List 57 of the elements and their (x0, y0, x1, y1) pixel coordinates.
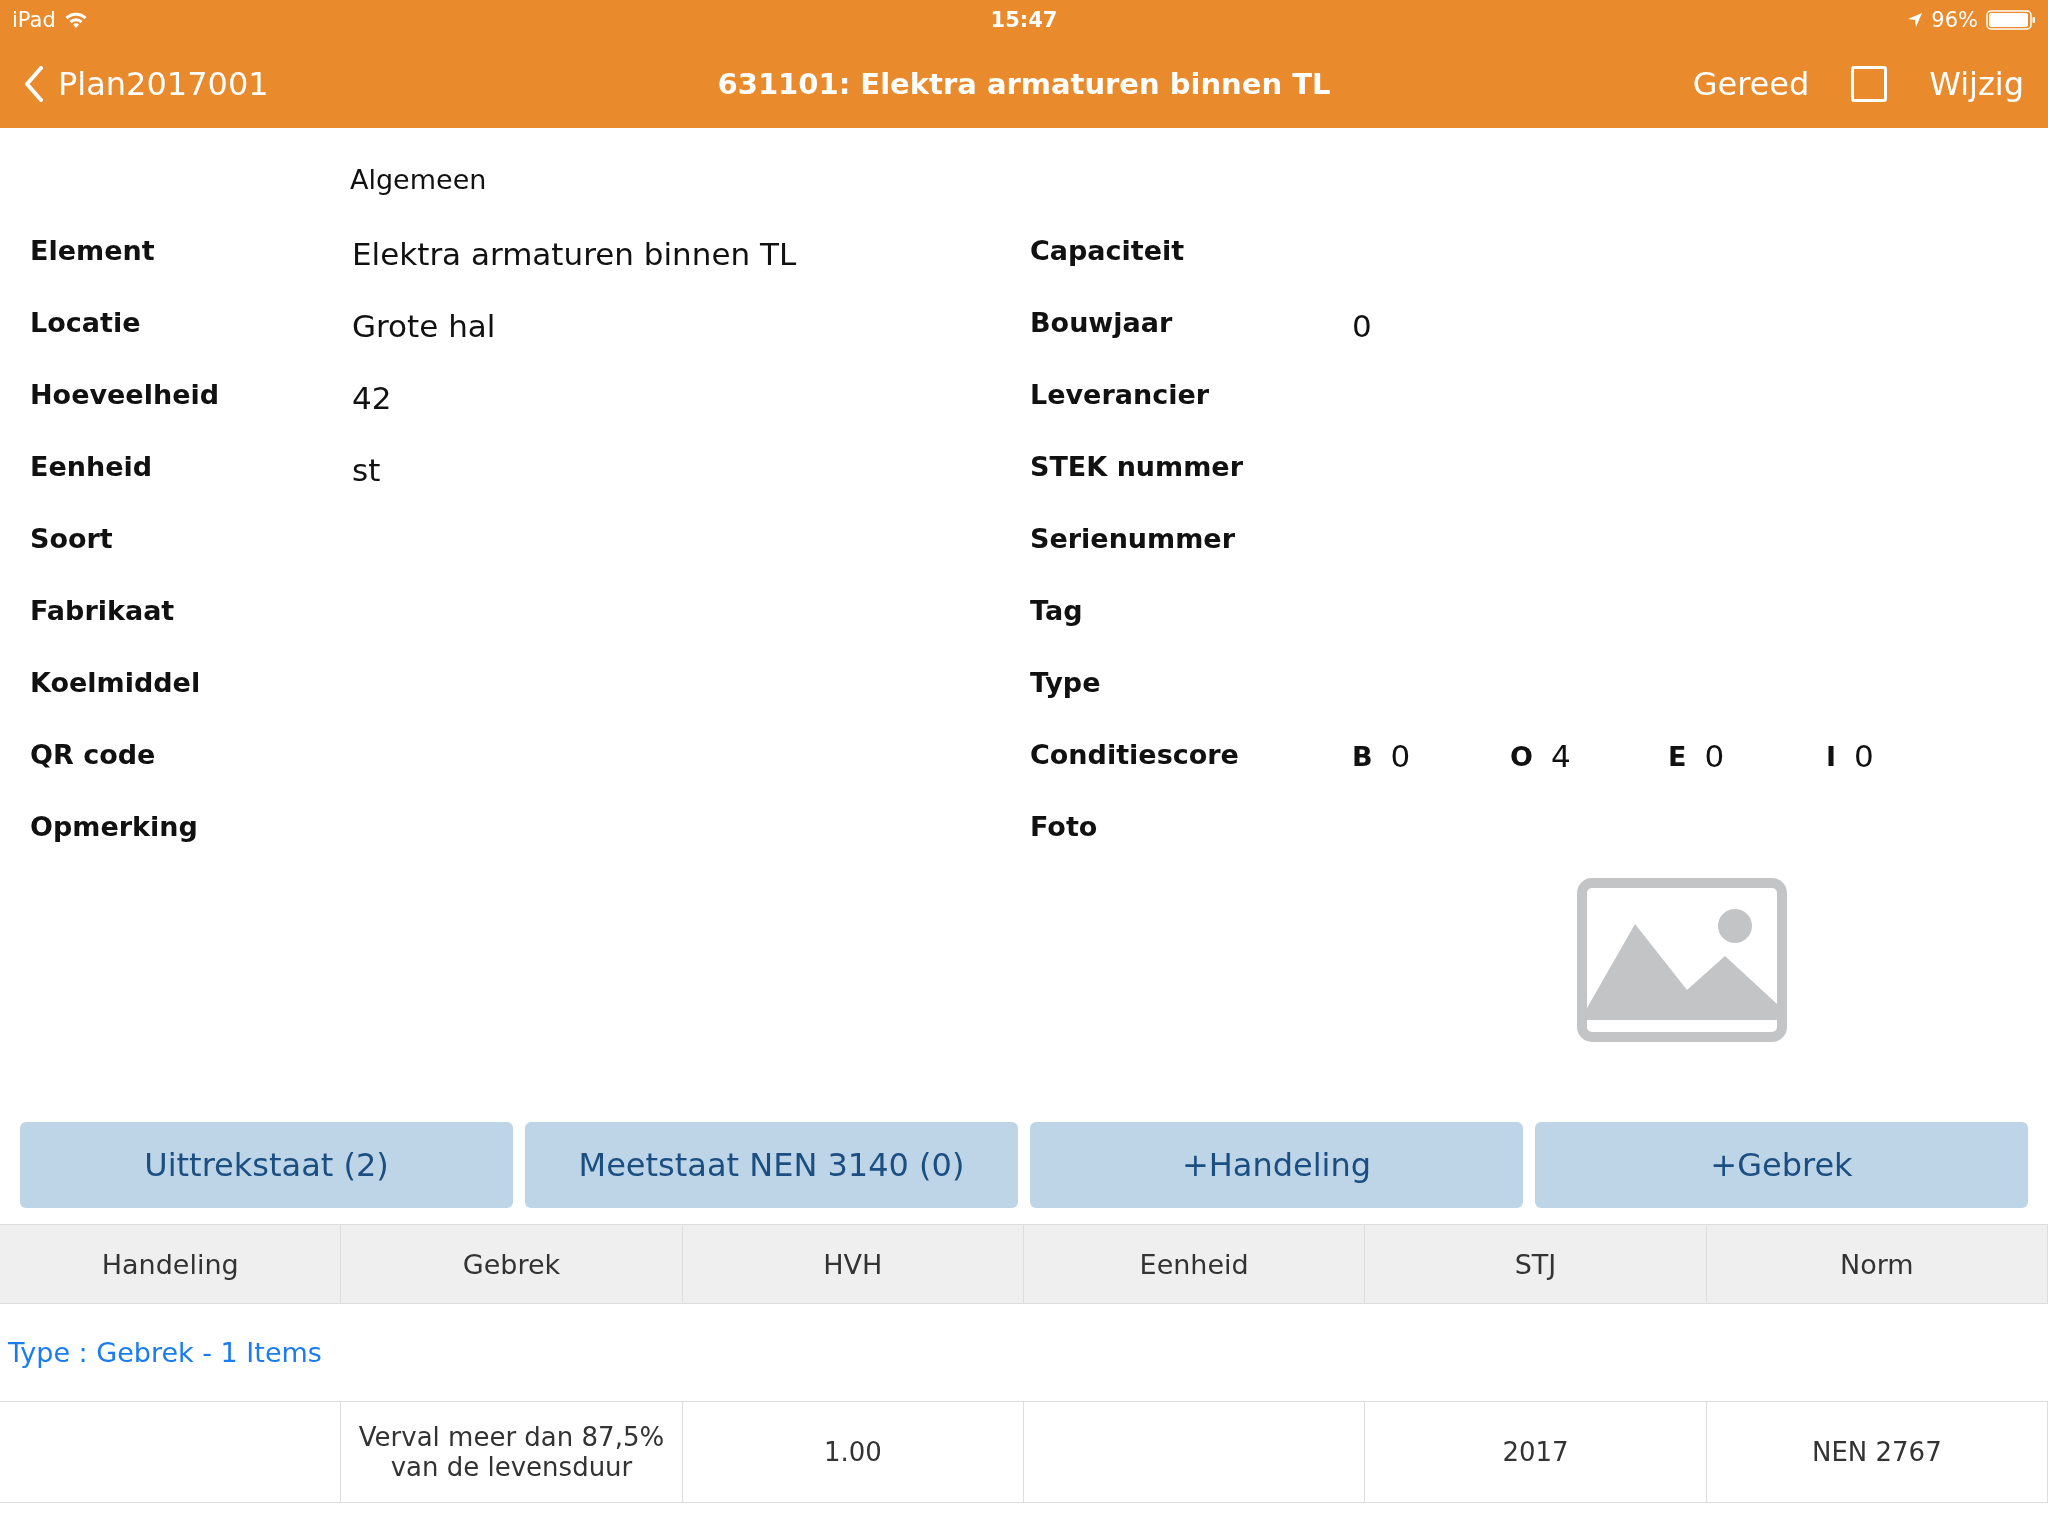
field-value: st (352, 451, 381, 488)
field-value: 42 (352, 379, 392, 416)
battery-percent: 96% (1931, 8, 1978, 32)
group-header[interactable]: Type : Gebrek - 1 Items (8, 1337, 322, 1368)
table-cell: 1.00 (823, 1437, 882, 1467)
column-header: Handeling (0, 1225, 342, 1303)
score-letter: O (1510, 740, 1533, 772)
section-heading: Algemeen (349, 163, 488, 197)
table-cell: Verval meer dan 87,5% van de levensduur (357, 1422, 666, 1482)
action-button[interactable]: +Gebrek (1535, 1122, 2028, 1208)
column-header: Norm (1706, 1225, 2048, 1303)
table-cell: 2017 (1502, 1437, 1569, 1467)
field-label: Conditiescore (1030, 738, 1240, 770)
field-label: Serienummer (1030, 522, 1236, 554)
battery-icon (1986, 10, 2036, 30)
field-label: QR code (29, 738, 157, 770)
column-header: STJ (1365, 1225, 1707, 1303)
field-label: Opmerking (29, 810, 199, 842)
field-label: Bouwjaar (1030, 306, 1174, 338)
field-label: Fabrikaat (29, 594, 176, 626)
field-label: Soort (29, 522, 114, 554)
field-label: Capaciteit (1030, 234, 1186, 266)
field-label: Leverancier (1030, 378, 1211, 410)
field-value: 0 (1352, 307, 1372, 344)
field-label: Eenheid (29, 450, 154, 482)
field-value: Grote hal (352, 307, 496, 344)
column-header: Eenheid (1024, 1225, 1366, 1303)
score-value: 0 (1704, 738, 1725, 774)
action-button[interactable]: Meetstaat NEN 3140 (0) (525, 1122, 1018, 1208)
score-letter: B (1352, 740, 1373, 772)
field-label: STEK nummer (1030, 450, 1244, 482)
field-label: Element (29, 234, 156, 266)
clock-time: 15:47 (990, 8, 1058, 32)
field-label: Locatie (29, 306, 142, 338)
field-label: Tag (1030, 594, 1084, 626)
field-value: Elektra armaturen binnen TL (352, 235, 797, 272)
screen-title: 631101: Elektra armaturen binnen TL (717, 67, 1331, 101)
image-placeholder-icon[interactable] (1577, 878, 1787, 1042)
chevron-left-icon (24, 66, 44, 102)
field-label: Type (1030, 666, 1102, 698)
checkbox[interactable] (1851, 66, 1888, 102)
action-button[interactable]: Uittrekstaat (2) (20, 1122, 513, 1208)
action-button[interactable]: +Handeling (1030, 1122, 1523, 1208)
location-arrow-icon (1907, 12, 1924, 28)
table-cell: NEN 2767 (1811, 1437, 1942, 1467)
score-value: 0 (1390, 738, 1411, 774)
score-value: 4 (1550, 738, 1571, 774)
wifi-icon (63, 11, 88, 29)
column-header: HVH (682, 1225, 1024, 1303)
carrier-label: iPad (12, 8, 56, 32)
score-letter: I (1826, 740, 1837, 772)
field-label: Hoeveelheid (29, 378, 221, 410)
field-label: Foto (1030, 810, 1099, 842)
field-label: Koelmiddel (29, 666, 202, 698)
score-value: 0 (1854, 738, 1874, 774)
score-letter: E (1668, 740, 1687, 772)
column-header: Gebrek (341, 1225, 683, 1303)
